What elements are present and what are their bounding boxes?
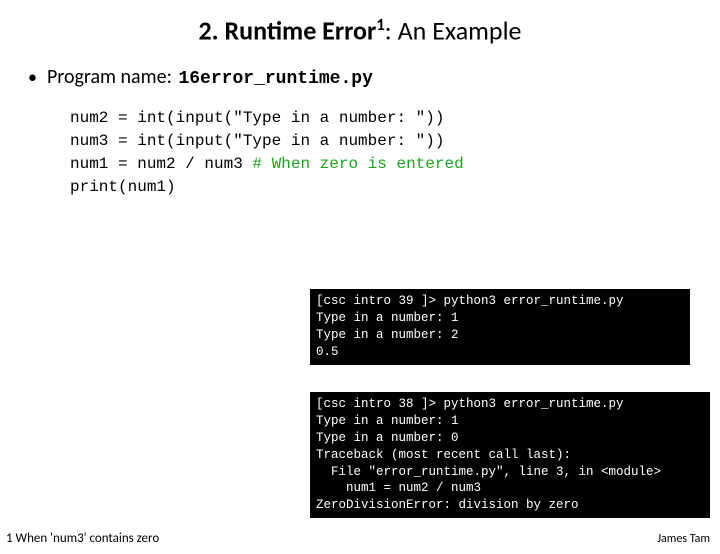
code-line-4: print(num1) xyxy=(70,178,176,196)
code-line-2: num3 = int(input("Type in a number: ")) xyxy=(70,132,444,150)
slide-title: 2. Runtime Error1: An Example xyxy=(0,14,720,47)
terminal-output-success: [csc intro 39 ]> python3 error_runtime.p… xyxy=(310,289,690,365)
code-block: num2 = int(input("Type in a number: ")) … xyxy=(70,107,720,200)
title-sup: 1 xyxy=(376,14,385,35)
terminal-output-error: [csc intro 38 ]> python3 error_runtime.p… xyxy=(310,392,710,518)
footnote-right: James Tam xyxy=(657,532,710,546)
footnote-left: 1 When 'num3' contains zero xyxy=(6,531,159,546)
title-tail: : An Example xyxy=(385,15,522,47)
code-line-1: num2 = int(input("Type in a number: ")) xyxy=(70,109,444,127)
title-bold: Runtime Error xyxy=(225,15,377,47)
bullet-label: Program name: xyxy=(47,65,172,89)
code-line-3a: num1 = num2 / num3 xyxy=(70,155,252,173)
program-filename: 16error_runtime.py xyxy=(178,69,372,89)
bullet-icon: • xyxy=(28,66,37,88)
code-comment: # When zero is entered xyxy=(252,155,463,173)
bullet-program-name: • Program name: 16error_runtime.py xyxy=(28,65,720,89)
title-number: 2. xyxy=(199,15,219,47)
